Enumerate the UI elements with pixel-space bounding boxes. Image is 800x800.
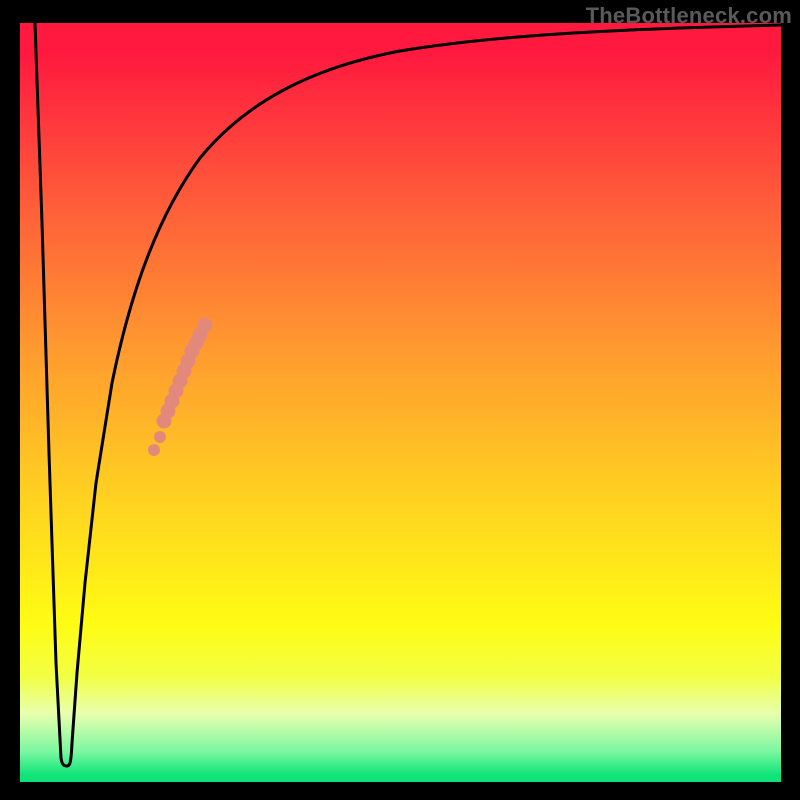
bottleneck-curve: [35, 23, 781, 766]
highlight-segment: [148, 318, 213, 457]
curve-svg: [20, 23, 781, 782]
chart-container: TheBottleneck.com: [0, 0, 800, 800]
plot-area: [20, 23, 781, 782]
